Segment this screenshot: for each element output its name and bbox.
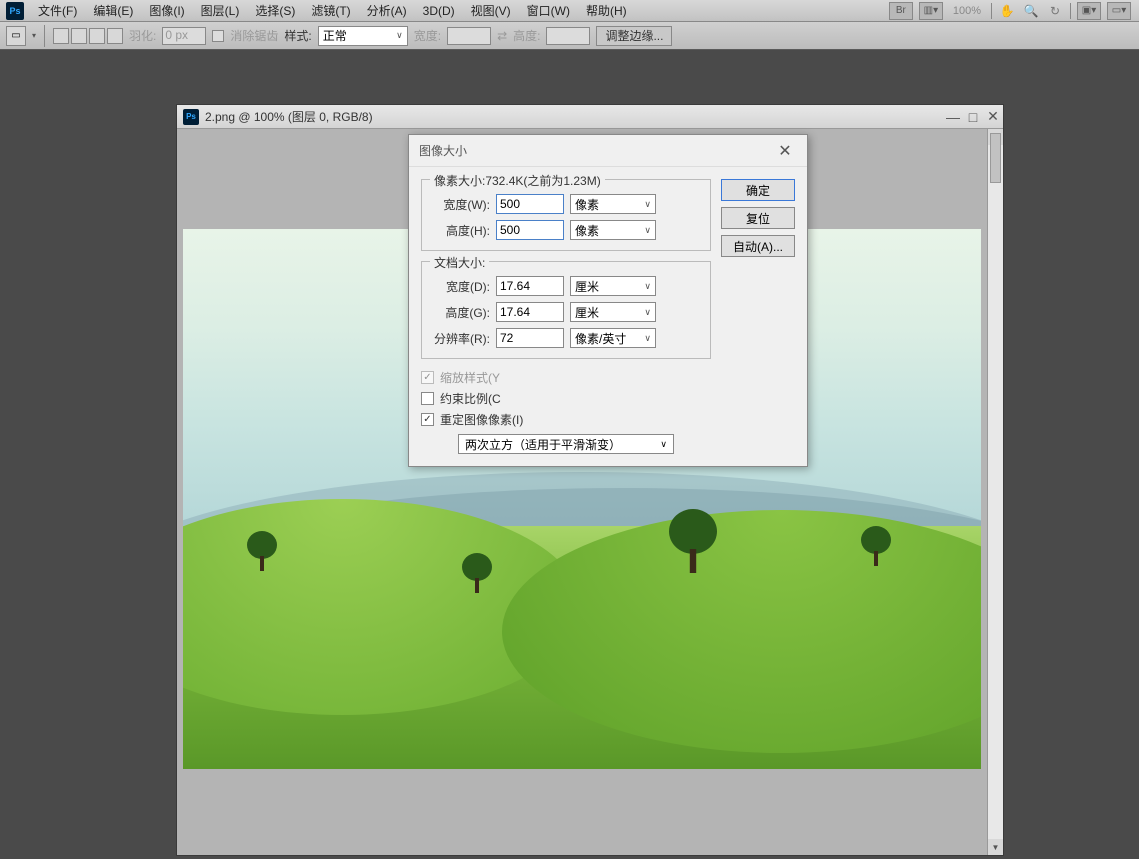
menu-edit[interactable]: 编辑(E) <box>85 0 141 22</box>
pixel-width-unit[interactable]: 像素 <box>570 194 656 214</box>
separator <box>1070 3 1071 19</box>
doc-height-label: 高度(G): <box>430 304 490 321</box>
app-logo: Ps <box>6 2 24 20</box>
selection-subtract[interactable] <box>89 28 105 44</box>
document-icon: Ps <box>183 109 199 125</box>
selection-new[interactable] <box>53 28 69 44</box>
swap-icon[interactable]: ⇄ <box>497 29 507 43</box>
pixel-width-label: 宽度(W): <box>430 196 490 213</box>
style-label: 样式: <box>284 27 311 44</box>
maximize-button[interactable]: □ <box>963 109 983 125</box>
dialog-titlebar[interactable]: 图像大小 ✕ <box>409 135 807 167</box>
zoom-icon[interactable]: 🔍 <box>1022 3 1040 19</box>
image-size-dialog: 图像大小 ✕ 像素大小:732.4K(之前为1.23M) 宽度(W): 像素 高… <box>408 134 808 467</box>
pixel-dimensions-legend: 像素大小:732.4K(之前为1.23M) <box>430 172 605 189</box>
feather-input[interactable]: 0 px <box>162 27 206 45</box>
constrain-proportions-label: 约束比例(C <box>440 390 501 407</box>
doc-height-input[interactable] <box>496 302 564 322</box>
close-button[interactable]: ✕ <box>983 108 1003 125</box>
menu-select[interactable]: 选择(S) <box>247 0 303 22</box>
scroll-thumb[interactable] <box>990 133 1001 183</box>
doc-width-unit[interactable]: 厘米 <box>570 276 656 296</box>
menu-3d[interactable]: 3D(D) <box>415 0 463 22</box>
width-label: 宽度: <box>414 27 441 44</box>
resolution-input[interactable] <box>496 328 564 348</box>
antialias-checkbox[interactable] <box>212 30 224 42</box>
ok-button[interactable]: 确定 <box>721 179 795 201</box>
menu-image[interactable]: 图像(I) <box>141 0 192 22</box>
menu-layer[interactable]: 图层(L) <box>193 0 248 22</box>
resolution-label: 分辨率(R): <box>430 330 490 347</box>
pixel-height-unit[interactable]: 像素 <box>570 220 656 240</box>
hand-icon[interactable]: ✋ <box>998 3 1016 19</box>
screenmode-button[interactable]: ▥▾ <box>919 2 943 20</box>
pixel-height-input[interactable] <box>496 220 564 240</box>
menu-file[interactable]: 文件(F) <box>30 0 85 22</box>
interpolation-select[interactable]: 两次立方（适用于平滑渐变） <box>458 434 674 454</box>
minimize-button[interactable]: — <box>943 109 963 125</box>
separator <box>991 3 992 19</box>
refine-edge-button[interactable]: 调整边缘... <box>596 26 672 46</box>
doc-width-input[interactable] <box>496 276 564 296</box>
style-select[interactable]: 正常 <box>318 26 408 46</box>
marquee-tool-icon[interactable]: ▭ <box>6 26 26 46</box>
constrain-proportions-checkbox[interactable] <box>421 392 434 405</box>
height-label: 高度: <box>513 27 540 44</box>
selection-mode-group <box>53 28 123 44</box>
document-title: 2.png @ 100% (图层 0, RGB/8) <box>205 108 943 125</box>
document-size-group: 文档大小: 宽度(D): 厘米 高度(G): 厘米 分辨率(R): 像素/英寸 <box>421 261 711 359</box>
pixel-height-label: 高度(H): <box>430 222 490 239</box>
menu-view[interactable]: 视图(V) <box>463 0 519 22</box>
document-size-legend: 文档大小: <box>430 254 489 271</box>
selection-add[interactable] <box>71 28 87 44</box>
height-input[interactable] <box>546 27 590 45</box>
options-bar: ▭ ▾ 羽化: 0 px 消除锯齿 样式: 正常 宽度: ⇄ 高度: 调整边缘.… <box>0 22 1139 50</box>
scroll-down-arrow[interactable]: ▼ <box>988 839 1003 855</box>
zoom-level[interactable]: 100% <box>949 5 985 17</box>
doc-height-unit[interactable]: 厘米 <box>570 302 656 322</box>
resample-label: 重定图像像素(I) <box>440 411 523 428</box>
menu-window[interactable]: 窗口(W) <box>519 0 578 22</box>
pixel-width-input[interactable] <box>496 194 564 214</box>
main-menubar: Ps 文件(F) 编辑(E) 图像(I) 图层(L) 选择(S) 滤镜(T) 分… <box>0 0 1139 22</box>
antialias-label: 消除锯齿 <box>230 27 278 44</box>
feather-label: 羽化: <box>129 27 156 44</box>
doc-width-label: 宽度(D): <box>430 278 490 295</box>
menu-analysis[interactable]: 分析(A) <box>359 0 415 22</box>
dialog-close-button[interactable]: ✕ <box>773 141 797 161</box>
dropdown-icon[interactable]: ▾ <box>32 31 36 40</box>
pixel-dimensions-group: 像素大小:732.4K(之前为1.23M) 宽度(W): 像素 高度(H): 像… <box>421 179 711 251</box>
document-titlebar[interactable]: Ps 2.png @ 100% (图层 0, RGB/8) — □ ✕ <box>177 105 1003 129</box>
reset-button[interactable]: 复位 <box>721 207 795 229</box>
arrange-button[interactable]: ▣▾ <box>1077 2 1101 20</box>
width-input[interactable] <box>447 27 491 45</box>
selection-intersect[interactable] <box>107 28 123 44</box>
resolution-unit[interactable]: 像素/英寸 <box>570 328 656 348</box>
dialog-title-text: 图像大小 <box>419 142 467 159</box>
rotate-icon[interactable]: ↻ <box>1046 3 1064 19</box>
screen-button[interactable]: ▭▾ <box>1107 2 1131 20</box>
scale-styles-checkbox <box>421 371 434 384</box>
vertical-scrollbar[interactable]: ▲ ▼ <box>987 129 1003 855</box>
separator <box>44 25 45 47</box>
menu-filter[interactable]: 滤镜(T) <box>303 0 358 22</box>
auto-button[interactable]: 自动(A)... <box>721 235 795 257</box>
bridge-button[interactable]: Br <box>889 2 913 20</box>
menu-help[interactable]: 帮助(H) <box>578 0 635 22</box>
resample-checkbox[interactable] <box>421 413 434 426</box>
scale-styles-label: 缩放样式(Y <box>440 369 500 386</box>
